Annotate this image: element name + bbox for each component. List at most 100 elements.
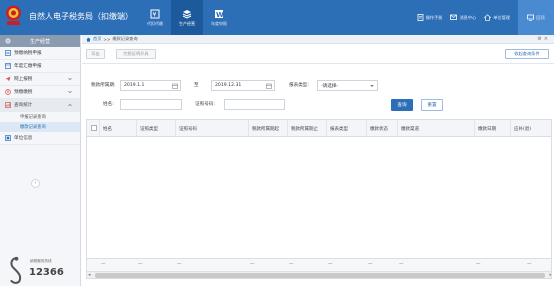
- calendar-icon: [266, 83, 272, 89]
- send-icon: [5, 76, 11, 82]
- sidebar-item-label: 预缴纳税申报: [14, 51, 42, 56]
- chevron-down-icon: [68, 90, 72, 94]
- col-period-start[interactable]: 税款所属期起: [249, 120, 288, 137]
- sidebar-item-unit-info[interactable]: 单位信息: [0, 132, 80, 145]
- horizontal-scrollbar[interactable]: ◂ ▸: [87, 271, 551, 278]
- action-toolbar: 导出 完税证明开具 收起查询条件: [82, 44, 554, 64]
- sidebar-item-online-filing[interactable]: 网上报税: [0, 73, 80, 86]
- svg-text:¥: ¥: [7, 90, 10, 95]
- tax-certificate-button[interactable]: 完税证明开具: [116, 49, 156, 59]
- col-refund-due[interactable]: 应补(退): [511, 120, 551, 137]
- go-top-label: 回顶: [536, 14, 545, 20]
- sidebar-header: 生产经营: [0, 35, 80, 47]
- unit-manage-button[interactable]: 单位管理: [484, 14, 510, 21]
- breadcrumb-separator: >>: [103, 36, 111, 42]
- annual-icon: [5, 63, 11, 69]
- col-payment-date[interactable]: 缴款日期: [475, 120, 511, 137]
- sidebar-header-label: 生产经营: [29, 38, 50, 45]
- sidebar-item-label: 预缴缴税: [14, 90, 33, 95]
- scroll-right-icon[interactable]: ▸: [549, 272, 551, 278]
- manual-button[interactable]: 操作手册: [417, 14, 443, 21]
- to-label: 至: [194, 83, 199, 88]
- select-all-cell: [87, 120, 100, 137]
- id-number-input[interactable]: [224, 99, 285, 110]
- top-nav: ¥ 代扣代缴 生产经营 W 年度申报: [139, 0, 235, 35]
- sidebar-item-prepay-declare[interactable]: 预缴纳税申报: [0, 47, 80, 60]
- summary-cell: —: [527, 262, 532, 267]
- col-payment-status[interactable]: 缴款状态: [367, 120, 398, 137]
- message-label: 消息中心: [459, 14, 477, 20]
- name-input[interactable]: [120, 99, 182, 110]
- gear-icon: [5, 38, 11, 44]
- hotline-caption: 纳税服务热线: [30, 259, 52, 263]
- summary-cell: —: [101, 262, 106, 267]
- breadcrumb: 首页 >> 缴款记录查询 ⚙×: [82, 35, 554, 44]
- table-header: 姓名 证照类型 证照号码 税款所属期起 税款所属期止 报表类型 缴款状态 缴款渠…: [87, 120, 551, 137]
- chevron-down-icon: [370, 85, 374, 87]
- col-payment-channel[interactable]: 缴款渠道: [398, 120, 475, 137]
- phone-icon: [10, 256, 22, 284]
- breadcrumb-current: 缴款记录查询: [112, 36, 138, 41]
- nav-label: 生产经营: [179, 20, 195, 26]
- stack-icon: [182, 9, 192, 19]
- summary-cell: —: [250, 262, 255, 267]
- top-header: 自然人电子税务局（扣缴端） ¥ 代扣代缴 生产经营 W 年度申报 操作手册 消息…: [0, 0, 554, 35]
- sidebar-item-query-stats[interactable]: 查询统计: [0, 99, 80, 112]
- period-start-input[interactable]: 2019.1.1: [120, 80, 181, 91]
- sidebar-subitem-payment-records[interactable]: 缴款记录查询: [0, 122, 80, 132]
- summary-cell: —: [138, 262, 143, 267]
- nav-label: 代扣代缴: [147, 20, 163, 26]
- report-type-select[interactable]: -请选择-: [317, 80, 378, 91]
- word-doc-icon: W: [215, 9, 224, 19]
- scrollbar-thumb[interactable]: [95, 273, 545, 278]
- manual-icon: [417, 14, 424, 21]
- scroll-left-icon[interactable]: ◂: [88, 272, 91, 278]
- sidebar-item-label: 年度汇缴申报: [14, 64, 42, 69]
- window-controls[interactable]: ⚙×: [537, 36, 550, 42]
- chevron-up-icon: [68, 103, 72, 107]
- unit-manage-label: 单位管理: [493, 14, 510, 20]
- breadcrumb-home[interactable]: 首页: [93, 36, 101, 42]
- header-tools: 操作手册 消息中心 单位管理 回顶: [417, 0, 554, 35]
- report-type-label: 报表类型:: [289, 83, 309, 88]
- col-period-end[interactable]: 税款所属期止: [288, 120, 327, 137]
- col-id-number[interactable]: 证照号码: [176, 120, 249, 137]
- select-all-checkbox[interactable]: [91, 125, 97, 131]
- col-report-type[interactable]: 报表类型: [327, 120, 367, 137]
- sidebar-item-prepay-payment[interactable]: ¥ 预缴缴税: [0, 86, 80, 99]
- unit-info-icon: [5, 135, 11, 141]
- message-button[interactable]: 消息中心: [450, 14, 476, 21]
- report-type-value: -请选择-: [321, 83, 339, 89]
- query-icon: [5, 102, 11, 108]
- period-label: 税款所属期:: [91, 83, 116, 88]
- export-button[interactable]: 导出: [86, 49, 105, 59]
- sidebar-subitem-declare-records[interactable]: 申报记录查询: [0, 112, 80, 122]
- sidebar-collapse-button[interactable]: ‹: [31, 179, 40, 188]
- tax-withholding-icon: ¥: [150, 9, 160, 18]
- query-button[interactable]: 查询: [391, 99, 413, 111]
- collapse-filter-button[interactable]: 收起查询条件: [505, 49, 549, 59]
- col-name[interactable]: 姓名: [100, 120, 137, 137]
- main-panel: 首页 >> 缴款记录查询 ⚙× 导出 完税证明开具 收起查询条件 税款所属期: …: [82, 35, 554, 286]
- home-icon: [86, 37, 91, 42]
- sidebar: 生产经营 预缴纳税申报 年度汇缴申报 网上报税 ¥ 预缴缴税 查询统计 申报记录…: [0, 35, 81, 286]
- period-end-value: 2019.12.31: [215, 83, 242, 88]
- manual-label: 操作手册: [425, 14, 443, 20]
- summary-cell: —: [328, 262, 333, 267]
- app-title: 自然人电子税务局（扣缴端）: [29, 12, 133, 21]
- col-id-type[interactable]: 证照类型: [137, 120, 176, 137]
- period-end-input[interactable]: 2019.12.31: [211, 80, 275, 91]
- nav-production[interactable]: 生产经营: [171, 0, 203, 35]
- id-number-label: 证照号码:: [195, 102, 215, 107]
- sidebar-item-label: 网上报税: [14, 77, 33, 82]
- go-top-button[interactable]: 回顶: [518, 0, 554, 35]
- period-start-value: 2019.1.1: [124, 83, 145, 88]
- summary-cell: —: [368, 262, 373, 267]
- nav-annual[interactable]: W 年度申报: [203, 0, 235, 35]
- sidebar-item-annual-declare[interactable]: 年度汇缴申报: [0, 60, 80, 73]
- summary-cell: —: [399, 262, 404, 267]
- reset-button[interactable]: 重置: [421, 99, 443, 111]
- nav-withholding[interactable]: ¥ 代扣代缴: [139, 0, 171, 35]
- payment-icon: ¥: [5, 89, 11, 95]
- nav-label: 年度申报: [211, 20, 227, 26]
